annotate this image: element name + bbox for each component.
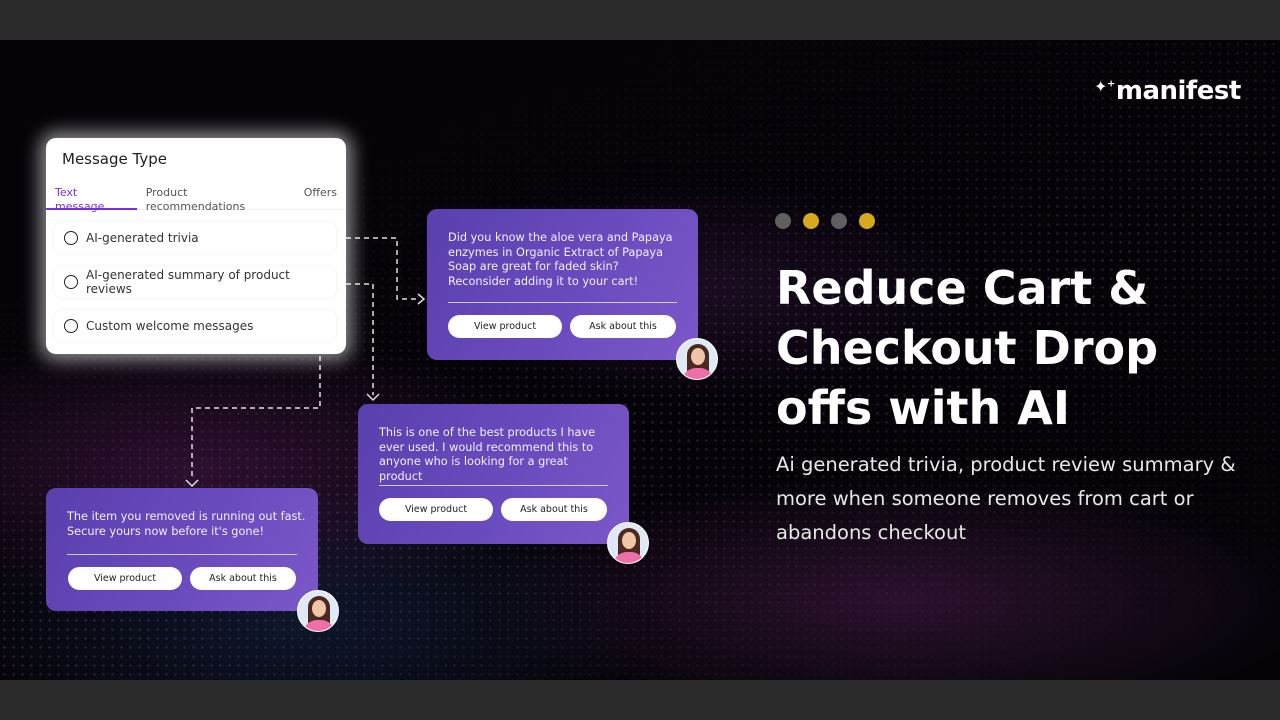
radio-icon[interactable] [64,275,78,289]
hero-headline: Reduce Cart & Checkout Drop offs with AI [776,261,1159,435]
message-text: Did you know the aloe vera and Papaya en… [448,231,673,288]
view-product-button[interactable]: View product [448,315,562,338]
option-label: AI-generated summary of product reviews [86,268,290,296]
option-custom-welcome[interactable]: Custom welcome messages [54,310,336,342]
message-text: This is one of the best products I have … [379,426,596,483]
option-label: Custom welcome messages [86,319,254,333]
card-title: Message Type [62,150,167,168]
option-ai-trivia[interactable]: AI-generated trivia [54,222,336,254]
option-label: AI-generated trivia [86,231,199,245]
tab-text-message[interactable]: Text message [46,186,137,213]
ask-about-this-button[interactable]: Ask about this [190,567,296,590]
message-card-review-summary: This is one of the best products I have … [358,404,629,544]
bottom-letterbox [0,680,1280,720]
tab-offers[interactable]: Offers [295,186,346,210]
hero-banner: ✦⁺ manifest Message Type Text message Pr… [0,40,1280,680]
pager-dot[interactable] [803,213,819,229]
message-text: The item you removed is running out fast… [67,510,306,538]
manifest-logo: ✦⁺ manifest [1094,76,1241,106]
option-ai-review-summary[interactable]: AI-generated summary of product reviews [54,266,336,298]
view-product-button[interactable]: View product [379,498,493,521]
divider [448,302,677,303]
message-card-welcome: The item you removed is running out fast… [46,488,318,611]
pager-dot[interactable] [831,213,847,229]
assistant-avatar [676,338,718,380]
pager-dot[interactable] [775,213,791,229]
message-type-card: Message Type Text message Product recomm… [46,138,346,354]
assistant-avatar [607,522,649,564]
divider [379,485,608,486]
message-type-tabs: Text message Product recommendations Off… [46,186,346,213]
divider [67,554,297,555]
hero-subtext: Ai generated trivia, product review summ… [776,453,1236,544]
ask-about-this-button[interactable]: Ask about this [501,498,607,521]
tab-product-recommendations[interactable]: Product recommendations [137,186,295,213]
radio-icon[interactable] [64,231,78,245]
logo-text: manifest [1115,76,1241,106]
slide-pager [775,213,875,229]
assistant-avatar [297,590,339,632]
pager-dot[interactable] [859,213,875,229]
sparkle-icon: ✦⁺ [1094,77,1115,96]
top-letterbox [0,0,1280,40]
message-card-trivia: Did you know the aloe vera and Papaya en… [427,209,698,360]
ask-about-this-button[interactable]: Ask about this [570,315,676,338]
view-product-button[interactable]: View product [68,567,182,590]
radio-icon[interactable] [64,319,78,333]
